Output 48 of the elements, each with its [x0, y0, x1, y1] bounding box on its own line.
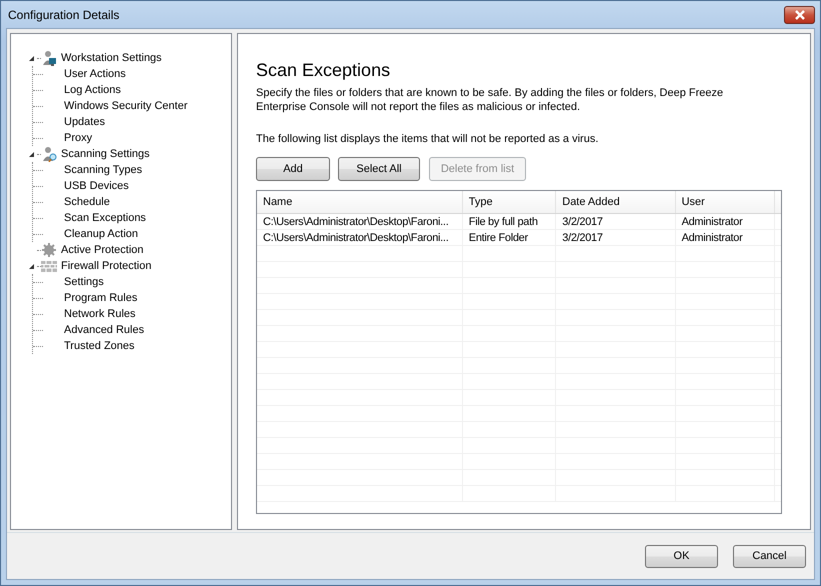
tree-item[interactable]: Scanning Settings: [61, 148, 150, 160]
action-button[interactable]: Add: [256, 157, 330, 181]
close-icon: [794, 10, 806, 20]
tree-item[interactable]: Workstation Settings: [61, 52, 162, 64]
brick-wall-icon: [41, 258, 57, 274]
table-cell: Entire Folder: [462, 230, 556, 245]
close-button[interactable]: [784, 6, 815, 24]
table-cell: 3/2/2017: [556, 214, 676, 229]
table-cell: Administrator: [676, 214, 775, 229]
tree-item[interactable]: User Actions: [64, 68, 126, 80]
column-header[interactable]: Date Added: [556, 191, 676, 213]
expand-arrow-icon[interactable]: [29, 264, 34, 268]
tree-item[interactable]: Scan Exceptions: [64, 212, 146, 224]
tree-item[interactable]: Proxy: [64, 132, 92, 144]
window-title: Configuration Details: [7, 8, 120, 22]
column-header[interactable]: User: [676, 191, 775, 213]
person-magnifier-icon: [41, 146, 57, 162]
tree-item[interactable]: Firewall Protection: [61, 260, 152, 272]
gear-icon: [41, 242, 57, 258]
expand-arrow-icon[interactable]: [29, 56, 34, 60]
tree-item[interactable]: Settings: [64, 276, 104, 288]
tree-item[interactable]: Network Rules: [64, 308, 136, 320]
table-cell: C:\Users\Administrator\Desktop\Faroni...: [257, 230, 463, 245]
tree-item[interactable]: USB Devices: [64, 180, 129, 192]
list-note: The following list displays the items that will not be reported as a virus.: [256, 132, 600, 146]
tree-item[interactable]: Schedule: [64, 196, 110, 208]
dialog-button[interactable]: OK: [645, 544, 718, 568]
page-heading: Scan Exceptions: [256, 60, 392, 82]
tree-item[interactable]: Trusted Zones: [64, 340, 135, 352]
dialog-button[interactable]: Cancel: [733, 544, 806, 568]
column-header[interactable]: Type: [462, 191, 556, 213]
table-cell: C:\Users\Administrator\Desktop\Faroni...: [257, 214, 463, 229]
table-cell: Administrator: [676, 230, 775, 245]
tree-item[interactable]: Advanced Rules: [64, 324, 144, 336]
tree-item[interactable]: Program Rules: [64, 292, 138, 304]
description-text: Specify the files or folders that are known to be safe. By adding the files or folders, Deep Freeze Enterprise Console will not report the files as malicious or infected.: [256, 86, 724, 114]
tree-item[interactable]: Windows Security Center: [64, 100, 188, 112]
tree-item[interactable]: Active Protection: [61, 244, 144, 256]
tree-item[interactable]: Log Actions: [64, 84, 121, 96]
expand-arrow-icon[interactable]: [29, 152, 34, 156]
tree-item[interactable]: Cleanup Action: [64, 228, 138, 240]
person-computer-icon: [41, 50, 57, 66]
table-cell: File by full path: [462, 214, 556, 229]
column-header[interactable]: Name: [257, 191, 463, 213]
tree-item[interactable]: Scanning Types: [64, 164, 142, 176]
tree-item[interactable]: Updates: [64, 116, 105, 128]
table-cell: 3/2/2017: [556, 230, 676, 245]
action-button[interactable]: Select All: [338, 157, 420, 181]
